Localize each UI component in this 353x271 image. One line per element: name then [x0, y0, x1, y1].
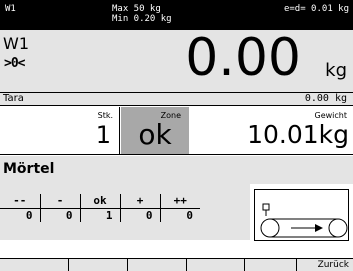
- scale-name: W1: [3, 34, 29, 53]
- zone-value: ok: [138, 118, 172, 151]
- zone-header-minus-minus: --: [0, 194, 40, 209]
- conveyor-belt-icon: [254, 189, 349, 241]
- weight-result-value: 10.01kg: [247, 120, 349, 149]
- max-capacity: Max 50 kg: [112, 4, 161, 14]
- back-softkey[interactable]: [296, 259, 297, 271]
- zone-statistics: -- - ok + ++ 0 0 1 0 0: [0, 184, 250, 240]
- result-panel: Stk. 1 Zone ok Gewicht 10.01kg: [0, 107, 353, 155]
- zone-count-minus-minus: 0: [25, 208, 33, 222]
- zone-count-plus-plus: 0: [159, 208, 200, 222]
- scale-interval: e=d= 0.01 kg: [283, 4, 349, 14]
- min-capacity: Min 0.20 kg: [112, 14, 172, 24]
- zone-header-plus-plus: ++: [159, 194, 200, 209]
- tare-value: 0.00 kg: [304, 93, 347, 104]
- weight-value: 0.00: [185, 28, 301, 88]
- zone-header-row: -- - ok + ++: [0, 194, 200, 209]
- back-button[interactable]: Zurück: [318, 260, 349, 270]
- product-name: Mörtel: [3, 161, 55, 177]
- softkey-3[interactable]: [186, 259, 187, 271]
- zone-count-plus: 0: [119, 208, 160, 222]
- weight-unit: kg: [325, 60, 347, 81]
- softkey-bar: Zurück: [0, 258, 353, 271]
- product-bar: Mörtel: [0, 156, 353, 184]
- tare-row: Tara 0.00 kg: [0, 92, 353, 106]
- softkey-4[interactable]: [244, 259, 245, 271]
- piece-count-value: 1: [95, 121, 111, 149]
- piece-count-cell: Stk. 1: [0, 107, 120, 154]
- softkey-2[interactable]: [127, 259, 128, 271]
- piece-count-header: Stk.: [97, 111, 113, 120]
- capacity-info: Max 50 kg Min 0.20 kg: [112, 4, 172, 24]
- zone-table: -- - ok + ++ 0 0 1 0 0: [0, 194, 200, 222]
- zone-count-row: 0 0 1 0 0: [0, 208, 200, 222]
- softkey-1[interactable]: [68, 259, 69, 271]
- conveyor-graphic: [260, 203, 348, 238]
- zone-header-minus: -: [39, 194, 80, 209]
- zone-cell: Zone ok: [121, 107, 189, 154]
- zone-header-ok: ok: [79, 194, 120, 209]
- weight-result-header: Gewicht: [314, 111, 348, 120]
- weight-result-cell: Gewicht 10.01kg: [189, 107, 353, 154]
- zone-header-plus: +: [119, 194, 160, 209]
- scale-id: W1: [5, 4, 16, 14]
- zone-count-ok: 1: [79, 208, 120, 222]
- zero-indicator-icon: >0<: [4, 56, 26, 71]
- tare-label: Tara: [3, 93, 24, 104]
- status-bar: W1 Max 50 kg Min 0.20 kg e=d= 0.01 kg: [0, 0, 353, 30]
- zone-count-minus: 0: [39, 208, 80, 222]
- weight-display: W1 >0< 0.00 kg: [0, 28, 353, 92]
